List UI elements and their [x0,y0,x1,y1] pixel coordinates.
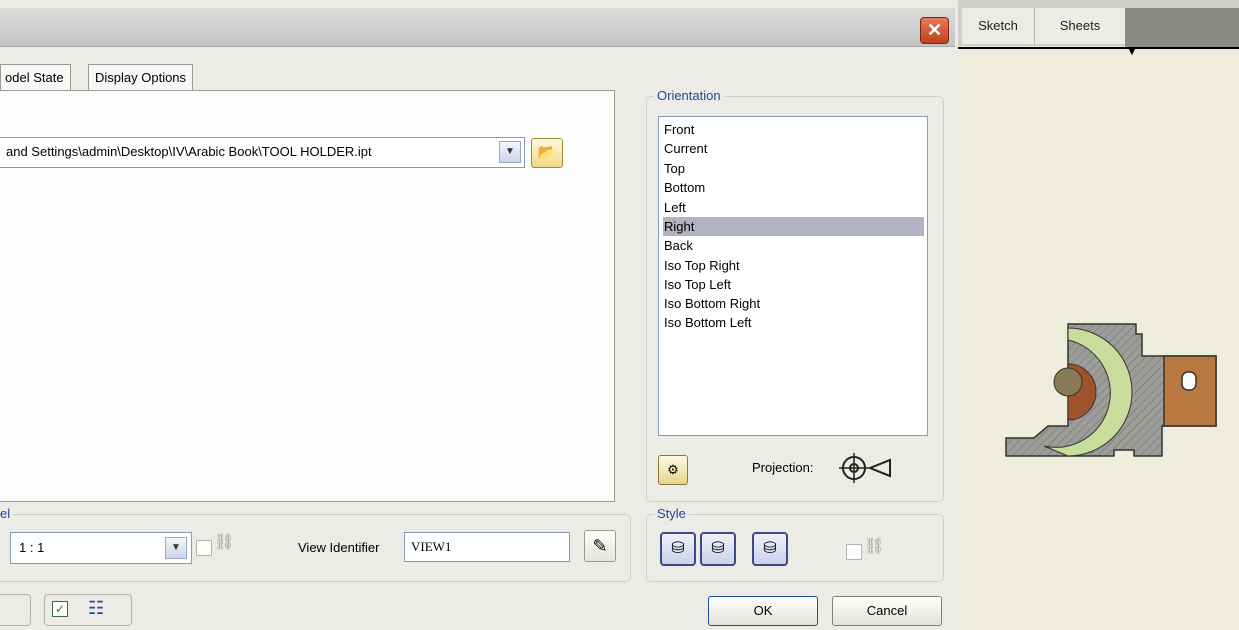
orientation-item-current[interactable]: Current [663,139,924,158]
tab-sketch[interactable]: Sketch [962,8,1035,44]
orientation-item-iso-top-left[interactable]: Iso Top Left [663,275,924,294]
orientation-item-iso-bottom-left[interactable]: Iso Bottom Left [663,313,924,332]
chevron-down-icon[interactable]: ▼ [499,141,521,163]
scale-from-base-checkbox[interactable] [196,540,212,556]
custom-view-icon: ⚙ [667,462,679,477]
pencil-icon[interactable]: ✎ [584,530,616,562]
sheet-ruler [958,47,1239,61]
view-identifier-label: View Identifier [298,540,380,555]
drawing-view-preview[interactable] [1004,320,1220,460]
hidden-line-style-icon[interactable]: ⛁ [660,532,696,566]
projection-label: Projection: [752,460,814,475]
style-from-base-checkbox[interactable] [846,544,862,560]
first-angle-projection-icon[interactable] [838,452,894,484]
tab-display-options[interactable]: Display Options [88,64,194,91]
orientation-item-front[interactable]: Front [663,120,924,139]
view-layout-icon[interactable]: ☷ [88,598,104,619]
view-identifier-value: VIEW1 [411,539,452,554]
style-legend: Style [654,506,689,521]
sheet-tabs-filler [1125,8,1239,48]
orientation-item-iso-top-right[interactable]: Iso Top Right [663,256,924,275]
orientation-list[interactable]: Front Current Top Bottom Left Right Back… [658,116,928,436]
shaded-style-icon[interactable]: ⛁ [752,532,788,566]
close-button[interactable]: ✕ [920,17,949,44]
file-path-text: and Settings\admin\Desktop\IV\Arabic Boo… [6,144,372,159]
style-from-base-icon: ⛓ [864,538,885,555]
checkmark-checkbox[interactable]: ✓ [52,601,68,617]
view-identifier-input[interactable]: VIEW1 [404,532,570,562]
hidden-line-removed-style-icon[interactable]: ⛁ [700,532,736,566]
file-path-combo[interactable]: and Settings\admin\Desktop\IV\Arabic Boo… [0,137,525,168]
orientation-item-right[interactable]: Right [663,217,924,236]
scale-from-base-icon: ⛓ [214,534,235,551]
tab-model-state[interactable]: odel State [0,64,71,91]
chevron-down-icon[interactable]: ▼ [165,537,187,559]
cancel-button[interactable]: Cancel [832,596,942,626]
orientation-legend: Orientation [654,88,724,103]
open-folder-icon[interactable]: 📂 [531,138,563,168]
orientation-item-iso-bottom-right[interactable]: Iso Bottom Right [663,294,924,313]
tab-sheets[interactable]: Sheets [1035,8,1126,44]
orientation-item-left[interactable]: Left [663,198,924,217]
orientation-item-back[interactable]: Back [663,236,924,255]
scale-combo[interactable]: 1 : 1 ▼ [10,532,192,564]
drawing-sheet[interactable] [958,0,1239,630]
scale-legend: el [0,506,14,521]
orientation-item-top[interactable]: Top [663,159,924,178]
ruler-marker-icon: ▼ [1125,42,1139,58]
dialog-titlebar[interactable] [0,8,955,47]
custom-view-button[interactable]: ⚙ [658,455,688,485]
scale-value: 1 : 1 [19,540,45,555]
bottom-partial-button[interactable] [0,594,31,626]
orientation-item-bottom[interactable]: Bottom [663,178,924,197]
ok-button[interactable]: OK [708,596,818,626]
